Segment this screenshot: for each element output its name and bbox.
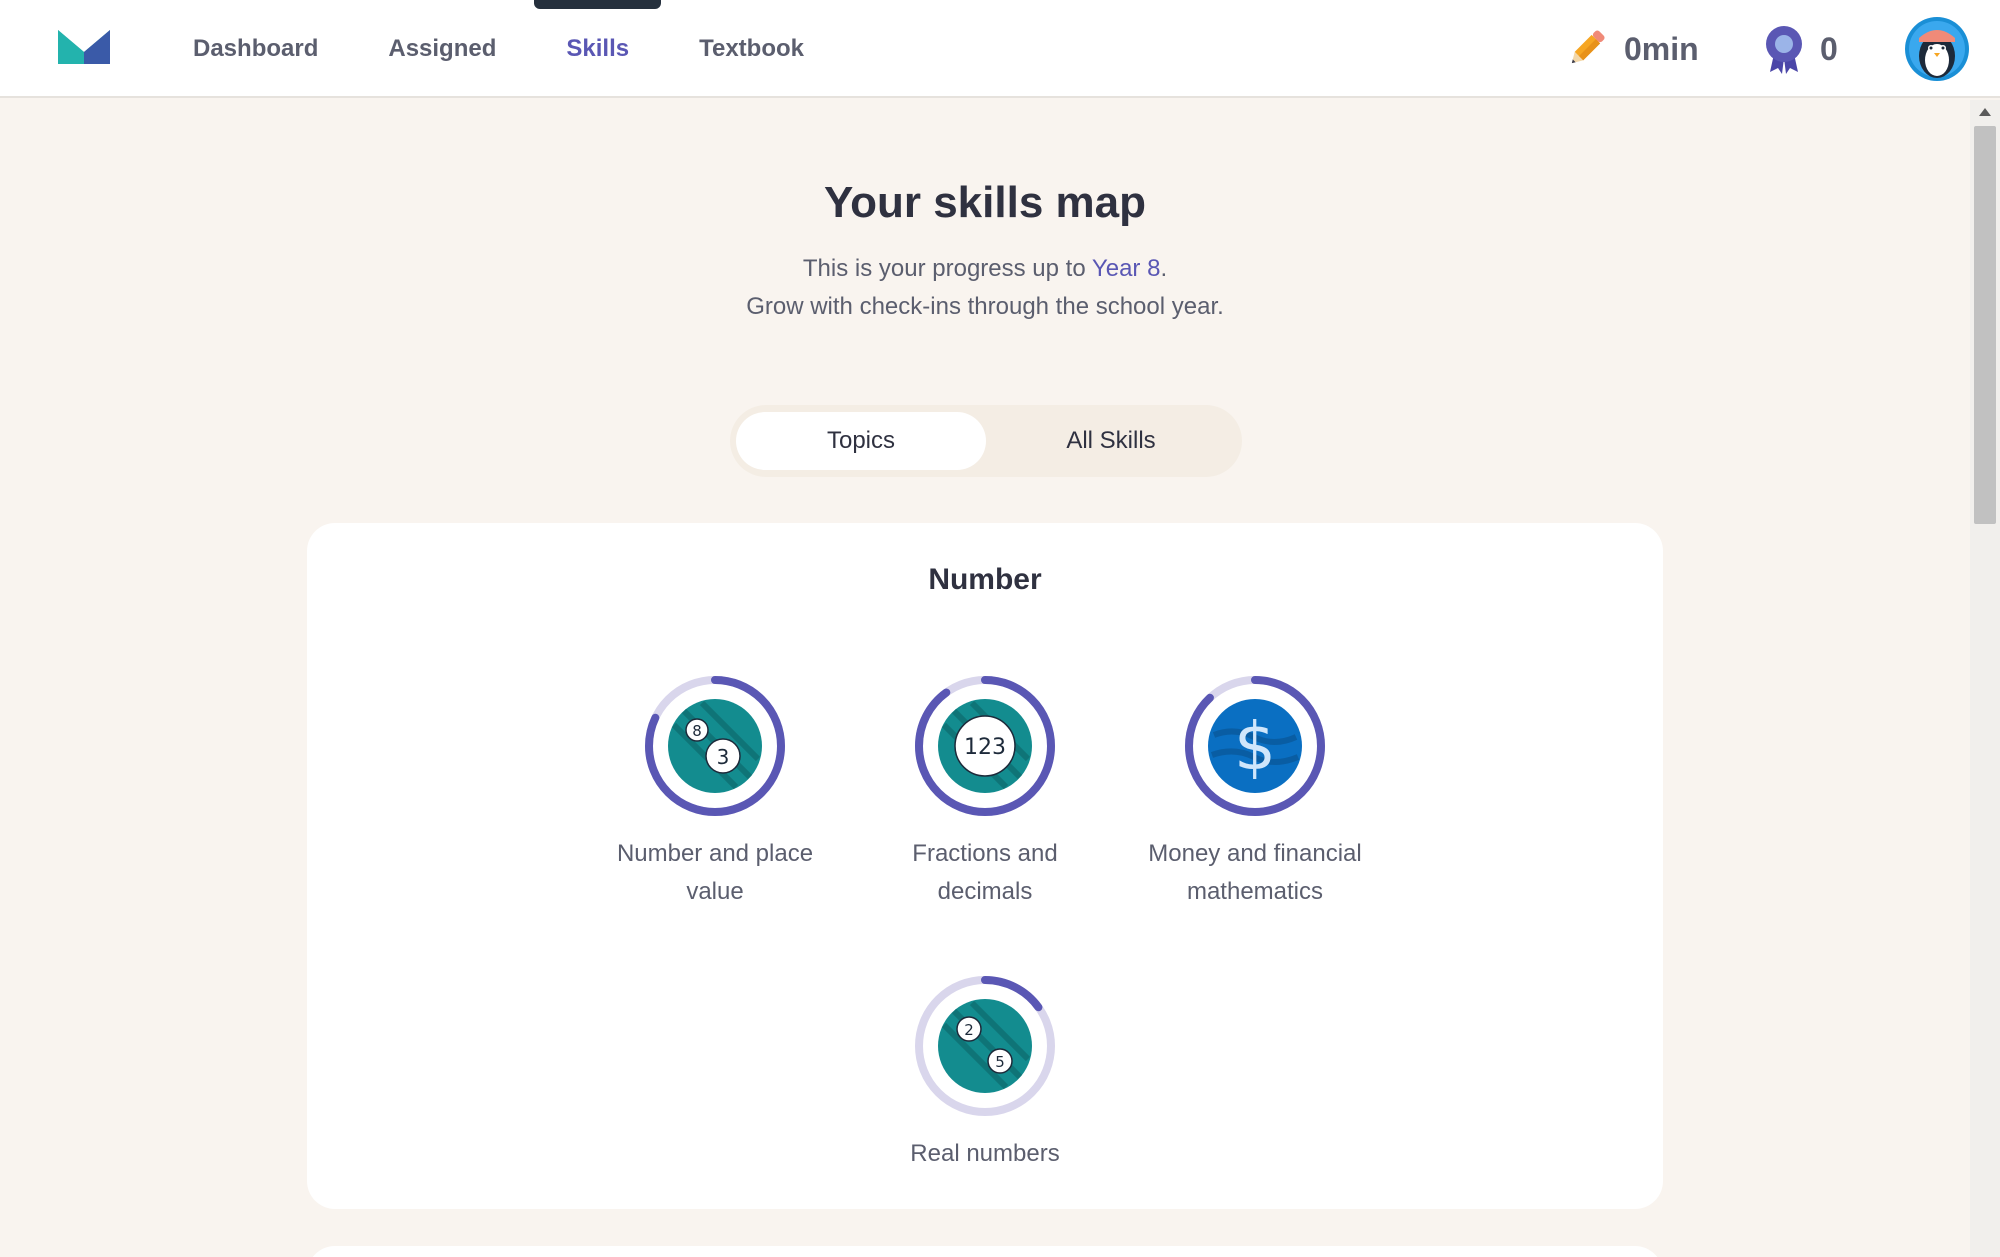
top-bar: Dashboard Assigned Skills Textbook 0min …: [0, 0, 2000, 98]
minutes-value: 0min: [1624, 30, 1699, 67]
awards-stat[interactable]: 0: [1762, 24, 1838, 74]
scroll-thumb[interactable]: [1974, 126, 1996, 524]
section-title: Number: [928, 563, 1042, 596]
topic-label: Fractions and decimals: [912, 840, 1058, 905]
progress-ring: 8 3: [645, 676, 785, 816]
topic-number-place-value[interactable]: 8 3 Number and place value: [565, 675, 865, 911]
page-scrollbar[interactable]: [1970, 100, 2000, 1257]
real-numbers-icon: 2 5: [938, 999, 1032, 1093]
progress-ring: 123: [915, 676, 1055, 816]
topic-fractions-decimals[interactable]: 123 Fractions and decimals: [835, 675, 1135, 911]
svg-text:3: 3: [717, 745, 730, 769]
svg-text:5: 5: [995, 1053, 1005, 1071]
topic-card-next: [307, 1246, 1663, 1257]
topic-money-financial[interactable]: $ Money and financial mathematics: [1105, 675, 1405, 911]
nav-assigned[interactable]: Assigned: [365, 0, 519, 98]
topic-card-number: Number 8 3 Number and place value 123 Fr…: [307, 523, 1663, 1209]
page-title: Your skills map: [824, 178, 1146, 227]
topic-label: Number and place value: [616, 840, 814, 905]
nav-skills[interactable]: Skills: [534, 0, 661, 98]
scroll-up-arrow-icon[interactable]: [1979, 108, 1991, 116]
dollar-icon: $: [1208, 699, 1302, 793]
year-level-link[interactable]: Year 8: [1092, 255, 1161, 282]
nav-textbook[interactable]: Textbook: [676, 0, 827, 98]
page-subtitle: This is your progress up to Year 8. Grow…: [0, 250, 1970, 326]
svg-text:8: 8: [692, 722, 702, 740]
minutes-stat[interactable]: 0min: [1562, 24, 1699, 74]
nav-dashboard[interactable]: Dashboard: [170, 0, 341, 98]
tab-topics[interactable]: Topics: [736, 412, 986, 470]
tab-all-skills[interactable]: All Skills: [986, 412, 1236, 470]
penguin-avatar-icon[interactable]: [1904, 16, 1970, 82]
subtitle-suffix: .: [1160, 255, 1168, 282]
subtitle-line-2: Grow with check-ins through the school y…: [746, 293, 1224, 320]
place-value-icon: 8 3: [668, 699, 762, 793]
mathspace-logo[interactable]: [56, 26, 112, 68]
fractions-icon: 123: [938, 699, 1032, 793]
progress-ring: $: [1185, 676, 1325, 816]
svg-text:$: $: [1234, 708, 1276, 785]
pencil-icon: [1571, 30, 1605, 64]
awards-value: 0: [1820, 30, 1838, 67]
award-badge-icon: [1766, 26, 1802, 74]
main-nav: Dashboard Assigned Skills Textbook: [170, 0, 851, 98]
topic-real-numbers[interactable]: 2 5 Real numbers: [835, 975, 1135, 1173]
subtitle-prefix: This is your progress up to: [802, 255, 1092, 282]
progress-ring: 2 5: [915, 976, 1055, 1116]
view-toggle: Topics All Skills: [730, 405, 1242, 477]
topic-label: Money and financial mathematics: [1148, 840, 1362, 905]
topic-label: Real numbers: [910, 1140, 1060, 1167]
svg-text:2: 2: [964, 1021, 974, 1039]
svg-text:123: 123: [964, 735, 1006, 760]
